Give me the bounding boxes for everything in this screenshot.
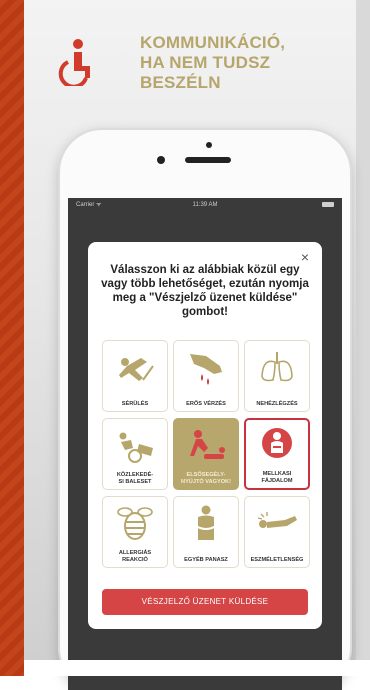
- phone-mockup: Carrier ᯤ 11:39 AM × Válasszon ki az alá…: [60, 130, 350, 690]
- speaker-grille: [185, 157, 231, 163]
- battery-icon: [322, 202, 334, 207]
- instruction-text: Válasszon ki az alábbiak közül egy vagy …: [101, 264, 309, 318]
- tile-label: ESZMÉLETLENSÉG: [250, 556, 304, 563]
- tile-label: KÖZLEKEDÉ- SI BALESET: [116, 472, 154, 485]
- title-line-1: KOMMUNIKÁCIÓ,: [140, 33, 286, 52]
- page-title: KOMMUNIKÁCIÓ, HA NEM TUDSZ BESZÉLN: [140, 33, 340, 93]
- tile-injury[interactable]: SÉRÜLÉS: [102, 340, 168, 412]
- lungs-icon: [261, 352, 293, 382]
- tile-label: MELLKASI FÁJDALOM: [261, 471, 293, 484]
- wheelchair-icon: [58, 39, 90, 86]
- title-line-2: HA NEM TUDSZ: [140, 53, 271, 72]
- chest-pain-icon: [262, 428, 292, 458]
- unconscious-icon: [257, 512, 297, 528]
- tile-label: EGYÉB PANASZ: [184, 556, 228, 563]
- tile-label: SÉRÜLÉS: [121, 400, 149, 407]
- tile-bleeding[interactable]: ERŐS VÉRZÉS: [173, 340, 239, 412]
- tile-first-aider[interactable]: ELSŐSEGÉLY- NYÚJTÓ VAGYOK!: [173, 418, 239, 490]
- tile-label: NEHÉZLÉGZÉS: [256, 400, 298, 407]
- send-emergency-button[interactable]: VÉSZJELZŐ ÜZENET KÜLDÉSE: [102, 589, 308, 615]
- tile-traffic-accident[interactable]: KÖZLEKEDÉ- SI BALESET: [102, 418, 168, 490]
- symptom-grid: SÉRÜLÉS ERŐS VÉRZÉS NEHÉZLÉGZÉS KÖZLEKED…: [102, 340, 312, 568]
- bottom-band: [24, 660, 370, 676]
- tile-label: ERŐS VÉRZÉS: [186, 400, 226, 407]
- title-line-3: BESZÉLN: [140, 73, 221, 92]
- tile-breathing[interactable]: NEHÉZLÉGZÉS: [244, 340, 310, 412]
- bleeding-hand-icon: [190, 354, 222, 385]
- camera-icon: [206, 142, 212, 148]
- phone-screen: Carrier ᯤ 11:39 AM × Válasszon ki az alá…: [68, 198, 342, 690]
- bee-icon: [117, 507, 153, 540]
- close-icon[interactable]: ×: [298, 250, 312, 264]
- fall-injury-icon: [119, 358, 154, 381]
- status-bar: Carrier ᯤ 11:39 AM: [68, 198, 342, 212]
- sensor-icon: [157, 156, 165, 164]
- first-aid-giver-icon: [190, 430, 225, 459]
- emergency-modal: × Válasszon ki az alábbiak közül egy vag…: [88, 242, 322, 629]
- tile-label: ELSŐSEGÉLY- NYÚJTÓ VAGYOK!: [181, 472, 231, 485]
- tile-unconscious[interactable]: ESZMÉLETLENSÉG: [244, 496, 310, 568]
- status-time: 11:39 AM: [192, 202, 218, 208]
- right-decor-strip: [356, 0, 370, 676]
- tile-chest-pain[interactable]: MELLKASI FÁJDALOM: [244, 418, 310, 490]
- tile-allergy[interactable]: ALLERGIÁS REAKCIÓ: [102, 496, 168, 568]
- tile-label: ALLERGIÁS REAKCIÓ: [118, 550, 152, 563]
- stomach-ache-icon: [195, 505, 217, 540]
- left-decor-strip: [0, 0, 24, 676]
- tile-other-complaint[interactable]: EGYÉB PANASZ: [173, 496, 239, 568]
- traffic-accident-icon: [119, 432, 153, 463]
